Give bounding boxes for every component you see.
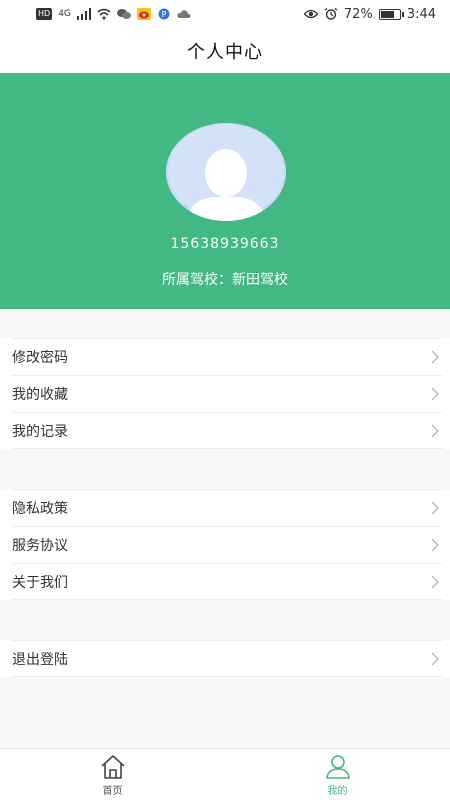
user-icon — [325, 755, 350, 779]
chevron-right-icon — [431, 387, 439, 401]
app-notification-icon: P — [158, 8, 170, 20]
signal-icon — [76, 8, 91, 20]
wifi-icon — [97, 8, 111, 20]
menu-item-privacy-policy[interactable]: 隐私政策 — [12, 489, 442, 526]
chevron-right-icon — [431, 501, 439, 515]
battery-percent: 72% — [343, 6, 373, 22]
menu-item-logout[interactable]: 退出登陆 — [12, 640, 442, 677]
status-right: 72% 3:44 — [303, 6, 436, 22]
menu-item-label: 服务协议 — [12, 538, 68, 554]
menu-item-service-agreement[interactable]: 服务协议 — [12, 526, 442, 563]
menu-item-label: 退出登陆 — [12, 651, 68, 668]
menu-item-label: 隐私政策 — [12, 501, 68, 517]
status-left: HD 4G P — [36, 8, 191, 20]
page-title: 个人中心 — [187, 41, 263, 63]
menu-item-records[interactable]: 我的记录 — [12, 412, 442, 449]
weibo-icon — [136, 8, 151, 20]
tab-label: 首页 — [102, 786, 123, 797]
hd-badge: HD — [36, 8, 53, 20]
eye-icon — [303, 9, 318, 19]
chevron-right-icon — [431, 350, 439, 364]
menu-group-logout: 退出登陆 — [0, 640, 450, 677]
battery-icon — [378, 8, 404, 20]
default-avatar-icon — [166, 123, 286, 221]
cloud-icon — [177, 10, 191, 18]
avatar[interactable] — [166, 123, 286, 221]
wechat-icon — [116, 9, 131, 19]
menu-item-favorites[interactable]: 我的收藏 — [12, 375, 442, 412]
menu-item-change-password[interactable]: 修改密码 — [12, 338, 442, 375]
profile-header: 15638939663 所属驾校：新田驾校 — [0, 73, 450, 309]
tab-home[interactable]: 首页 — [0, 749, 225, 800]
svg-text:P: P — [161, 10, 166, 19]
menu-item-label: 关于我们 — [12, 574, 68, 591]
chevron-right-icon — [431, 575, 439, 588]
menu-group-account: 修改密码 我的收藏 我的记录 — [0, 338, 450, 449]
tab-bar: 首页 我的 — [0, 748, 450, 800]
nav-bar: 个人中心 — [0, 28, 450, 73]
chevron-right-icon — [431, 652, 439, 665]
menu-item-label: 我的记录 — [12, 423, 68, 440]
driving-school: 所属驾校：新田驾校 — [162, 272, 288, 288]
tab-label: 我的 — [327, 786, 348, 797]
chevron-right-icon — [431, 538, 439, 552]
menu-item-about-us[interactable]: 关于我们 — [12, 563, 442, 600]
chevron-right-icon — [431, 424, 439, 437]
network-indicator: 4G — [58, 9, 71, 19]
tab-mine[interactable]: 我的 — [225, 749, 450, 800]
menu-item-label: 修改密码 — [12, 350, 68, 366]
user-phone: 15638939663 — [170, 236, 280, 252]
menu-item-label: 我的收藏 — [12, 387, 68, 403]
status-bar: HD 4G P 72% 3:44 — [0, 0, 450, 28]
alarm-icon — [324, 8, 338, 20]
clock: 3:44 — [406, 6, 436, 22]
menu-group-info: 隐私政策 服务协议 关于我们 — [0, 489, 450, 600]
home-icon — [100, 755, 125, 779]
